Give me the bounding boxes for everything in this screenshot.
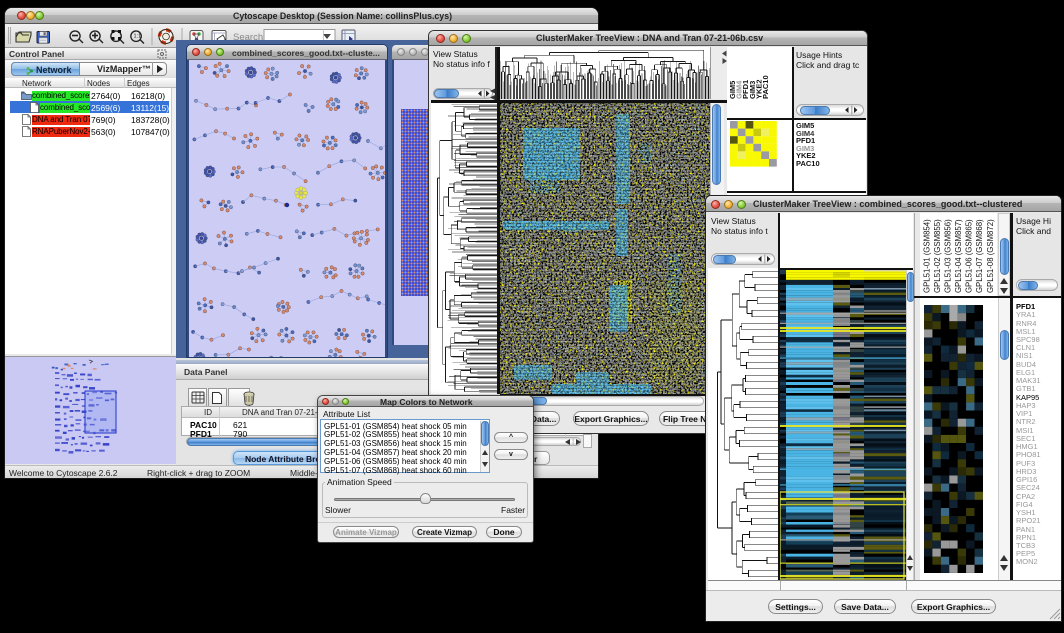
- svg-text:GPL51-08 (GSM872): GPL51-08 (GSM872): [986, 219, 995, 293]
- svg-text:PAC10: PAC10: [761, 75, 770, 99]
- svg-text:GPL51-01 (GSM854): GPL51-01 (GSM854): [923, 219, 932, 293]
- svg-text:GPL51-03 (GSM856): GPL51-03 (GSM856): [944, 219, 953, 293]
- svg-text:GPL51-02 (GSM855): GPL51-02 (GSM855): [933, 219, 942, 293]
- svg-text:GPL51-06 (GSM865): GPL51-06 (GSM865): [965, 219, 974, 293]
- svg-text:1:1: 1:1: [134, 34, 142, 40]
- svg-text:GPL51-07 (GSM868): GPL51-07 (GSM868): [975, 219, 984, 293]
- svg-text:GPL51-04 (GSM857): GPL51-04 (GSM857): [954, 219, 963, 293]
